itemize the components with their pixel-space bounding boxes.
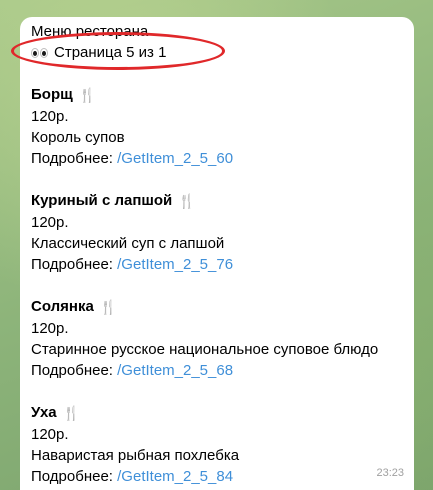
page-indicator-text: Страница 5 из 1 <box>54 44 167 61</box>
item-price: 120р. <box>31 214 69 231</box>
details-label: Подробнее: <box>31 468 118 485</box>
message-timestamp: 23:23 <box>376 467 404 479</box>
item-name: Борщ <box>31 86 73 103</box>
item-price: 120р. <box>31 108 69 125</box>
item-price: 120р. <box>31 320 69 337</box>
item-name: Уха <box>31 404 57 421</box>
item-command-link[interactable]: /GetItem_2_5_60 <box>117 150 233 167</box>
item-name: Солянка <box>31 298 94 315</box>
menu-item: Борщ 🍴 120р. Король супов Подробнее: /Get… <box>31 84 404 169</box>
menu-title: Меню ресторана <box>31 23 149 40</box>
item-command-link[interactable]: /GetItem_2_5_68 <box>117 362 233 379</box>
item-name: Куриный с лапшой <box>31 192 173 209</box>
fork-and-knife-icon: 🍴 <box>78 87 97 103</box>
fork-and-knife-icon: 🍴 <box>99 299 118 315</box>
details-label: Подробнее: <box>31 150 118 167</box>
item-price: 120р. <box>31 426 69 443</box>
fork-and-knife-icon: 🍴 <box>178 193 196 209</box>
item-description: Король супов <box>31 129 125 146</box>
item-command-link[interactable]: /GetItem_2_5_76 <box>117 256 233 273</box>
details-label: Подробнее: <box>31 256 118 273</box>
menu-item: Солянка 🍴 120р. Старинное русское национа… <box>31 296 404 381</box>
item-description: Старинное русское национальное суповое б… <box>31 341 379 358</box>
menu-item: Куриный с лапшой 🍴 120р. Классический суп… <box>31 190 404 275</box>
details-label: Подробнее: <box>31 362 118 379</box>
item-description: Наваристая рыбная похлебка <box>31 447 240 464</box>
message-bubble: Меню ресторана Страница 5 из 1 Борщ 🍴 120… <box>11 17 414 490</box>
page-indicator: Страница 5 из 1 <box>11 32 404 70</box>
eyes-icon <box>31 47 49 58</box>
item-description: Классический суп с лапшой <box>31 235 225 252</box>
fork-and-knife-icon: 🍴 <box>62 405 81 421</box>
item-command-link[interactable]: /GetItem_2_5_84 <box>117 468 233 485</box>
menu-item: Уха 🍴 120р. Наваристая рыбная похлебка По… <box>31 402 404 487</box>
